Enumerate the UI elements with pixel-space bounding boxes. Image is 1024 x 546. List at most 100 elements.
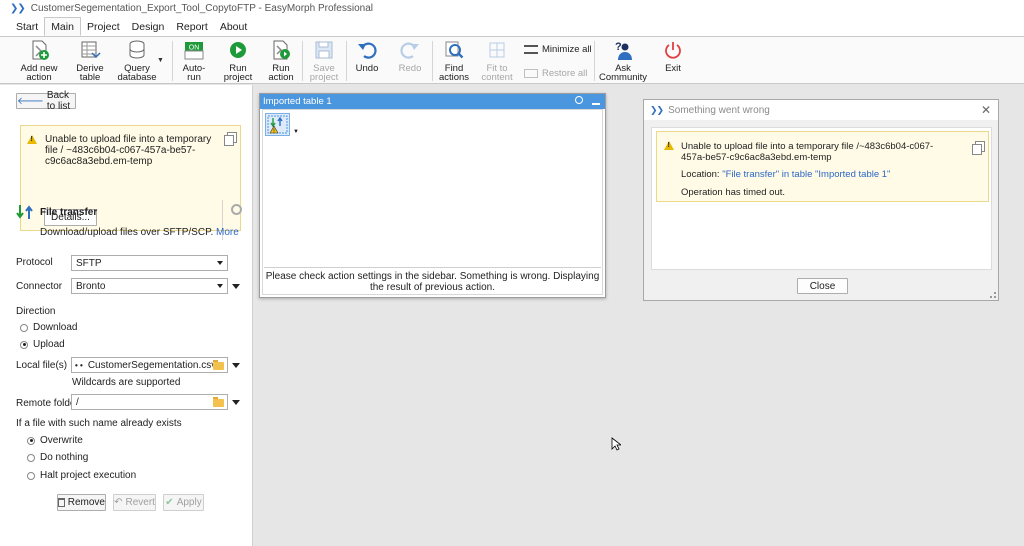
remote-folder-menu-icon[interactable] [232,400,240,405]
chevron-down-icon [217,261,223,265]
direction-download-radio[interactable]: Download [20,322,77,333]
minimize-all-icon [524,45,538,54]
file-transfer-icon [16,203,34,224]
action-description: Download/upload files over SFTP/SCP. Mor… [40,227,239,238]
ask-community-button[interactable]: ? Ask Community [599,39,647,83]
wildcards-note: Wildcards are supported [72,377,181,388]
connector-menu-icon[interactable] [232,284,240,289]
remote-folder-input[interactable]: / [71,394,228,410]
app-logo-icon: ❯❯ [10,3,26,14]
action-name: File transfer [40,207,98,218]
warning-icon [664,141,674,150]
connector-select[interactable]: Bronto [71,278,228,294]
action-warning-icon: ! [267,115,288,134]
fit-to-content-icon [484,39,510,61]
apply-button[interactable]: ✔ Apply [163,494,204,511]
checkmark-icon: ✔ [165,497,174,508]
restore-all-icon [524,69,538,78]
local-files-input[interactable]: • • CustomerSegementation.csv [71,357,228,373]
file-transfer-action-tile[interactable]: ! [265,113,290,136]
ribbon-separator [172,41,173,81]
tab-project[interactable]: Project [81,18,126,36]
mouse-cursor-icon [611,437,623,454]
protocol-label: Protocol [16,257,53,268]
derive-table-button[interactable]: Derive table [74,39,106,83]
ribbon-separator [594,41,595,81]
overwrite-radio[interactable]: Overwrite [27,435,83,446]
radio-dot [27,471,35,480]
close-icon[interactable]: ✕ [981,103,991,117]
minimize-all-button[interactable]: Minimize all [524,44,592,55]
error-dialog: ❯❯ Something went wrong ✕ Unable to uplo… [643,99,999,301]
resize-grip-icon[interactable] [990,292,996,298]
imported-table-window[interactable]: Imported table 1 ! ▼ Please check action… [259,93,606,298]
save-icon [311,39,337,61]
dialog-title: Something went wrong [668,104,770,116]
tab-start[interactable]: Start [10,18,44,36]
auto-run-button[interactable]: ON Auto- run [180,39,208,83]
copy-icon[interactable] [972,141,985,155]
minimize-icon[interactable] [592,103,600,105]
folder-icon[interactable] [213,360,224,370]
protocol-select[interactable]: SFTP [71,255,228,271]
add-new-action-button[interactable]: Add new action [20,39,58,83]
ribbon-toolbar: Add new action Derive table Query databa… [0,36,1024,84]
svg-text:?: ? [615,41,622,53]
do-nothing-radio[interactable]: Do nothing [27,452,88,463]
exit-button[interactable]: Exit [660,39,686,83]
error-location: Location: "File transfer" in table "Impo… [681,169,891,180]
undo-button[interactable]: Undo [354,39,380,83]
table-window-message: Please check action settings in the side… [265,271,600,293]
run-project-icon [225,39,251,61]
local-files-menu-icon[interactable] [232,363,240,368]
run-project-button[interactable]: Run project [222,39,254,83]
table-window-header[interactable]: Imported table 1 [260,94,605,109]
title-bar: ❯❯ CustomerSegementation_Export_Tool_Cop… [0,0,1024,17]
ribbon-separator [346,41,347,81]
query-database-dropdown-icon[interactable]: ▼ [157,57,164,64]
ribbon-separator [302,41,303,81]
window-title: CustomerSegementation_Export_Tool_Copyto… [30,3,373,14]
find-actions-button[interactable]: Find actions [439,39,469,83]
back-to-list-button[interactable]: 🡐 Back to list [16,90,76,112]
derive-table-icon [77,39,103,61]
query-database-button[interactable]: Query database [117,39,157,83]
search-icon[interactable] [575,96,583,104]
add-action-icon [26,39,52,61]
tab-about[interactable]: About [214,18,253,36]
remove-button[interactable]: Remove [57,494,106,511]
fit-to-content-button[interactable]: Fit to content [481,39,513,83]
direction-upload-radio[interactable]: Upload [20,339,65,350]
more-link[interactable]: More [216,227,239,238]
tab-design[interactable]: Design [126,18,171,36]
error-location-link[interactable]: "File transfer" in table "Imported table… [722,169,890,180]
table-window-divider [264,267,601,268]
direction-label: Direction [16,306,56,317]
folder-icon[interactable] [213,397,224,407]
tile-dropdown-icon[interactable]: ▼ [293,129,299,135]
radio-dot [20,340,28,349]
auto-run-badge: ON [189,45,200,52]
run-action-button[interactable]: Run action [266,39,296,83]
copy-icon[interactable] [224,132,237,146]
revert-button[interactable]: ↶ Revert [113,494,156,511]
chevron-down-icon [217,284,223,288]
action-sidebar: 🡐 Back to list Unable to upload file int… [0,85,253,546]
save-project-button[interactable]: Save project [310,39,338,83]
close-button[interactable]: Close [797,278,848,294]
restore-all-button[interactable]: Restore all [524,68,587,79]
error-message: Unable to upload file into a temporary f… [681,141,934,163]
remote-folder-label: Remote folder [16,398,79,409]
ribbon-separator [432,41,433,81]
halt-execution-radio[interactable]: Halt project execution [27,470,136,481]
redo-icon [397,39,423,61]
connector-label: Connector [16,281,63,292]
gear-icon[interactable] [231,204,242,215]
run-action-icon [268,39,294,61]
dialog-content: Unable to upload file into a temporary f… [651,127,992,270]
error-panel: Unable to upload file into a temporary f… [656,131,989,202]
tab-report[interactable]: Report [170,18,214,36]
arrow-left-icon: 🡐 [17,96,44,107]
redo-button[interactable]: Redo [397,39,423,83]
tab-main[interactable]: Main [44,17,81,36]
